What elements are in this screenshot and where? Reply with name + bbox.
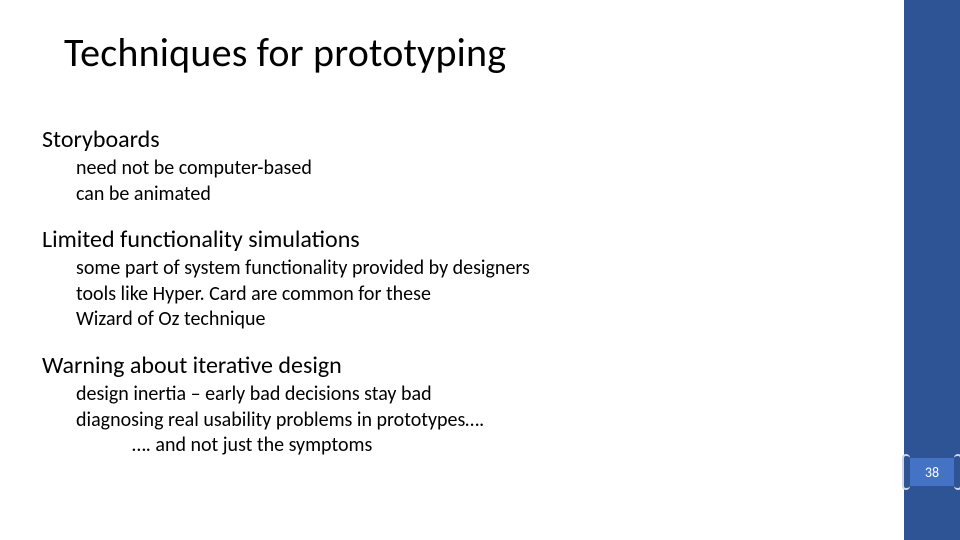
section-heading: Warning about iterative design (42, 351, 822, 380)
bullet-item: can be animated (76, 182, 822, 208)
bullet-item: …. and not just the symptoms (132, 433, 822, 459)
bullet-item: design inertia – early bad decisions sta… (76, 382, 822, 408)
bullet-item: diagnosing real usability problems in pr… (76, 408, 822, 434)
bullet-item: tools like Hyper. Card are common for th… (76, 282, 822, 308)
bullet-item: need not be computer-based (76, 156, 822, 182)
section-heading: Storyboards (42, 125, 822, 154)
bullet-item: Wizard of Oz technique (76, 307, 822, 333)
slide: Techniques for prototyping Storyboards n… (0, 0, 960, 540)
page-number-badge: 38 (910, 458, 954, 486)
slide-title: Techniques for prototyping (64, 28, 506, 77)
section-heading: Limited functionality simulations (42, 225, 822, 254)
page-bracket-right-icon (954, 454, 960, 490)
bullet-item: some part of system functionality provid… (76, 256, 822, 282)
slide-body: Storyboards need not be computer-based c… (42, 125, 822, 459)
page-bracket-left-icon (902, 454, 910, 490)
